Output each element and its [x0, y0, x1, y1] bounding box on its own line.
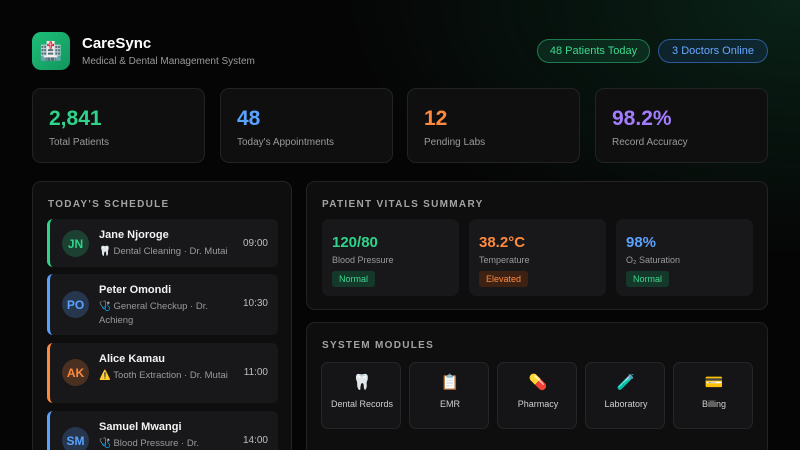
appointment-item[interactable]: AK Alice Kamau ⚠️ Tooth Extraction · Dr.…	[47, 343, 278, 403]
warning-icon: ⚠️	[99, 370, 114, 381]
schedule-panel: TODAY'S SCHEDULE JN Jane Njoroge 🦷 Denta…	[32, 181, 292, 450]
vital-value: 98%	[626, 234, 657, 251]
patient-name: Peter Omondi	[99, 284, 172, 296]
clipboard-icon: 📋	[440, 374, 460, 391]
status-badge: Normal	[332, 271, 376, 287]
vitals-title: PATIENT VITALS SUMMARY	[322, 199, 484, 210]
module-label: Billing	[701, 399, 726, 409]
module-label: EMR	[440, 399, 460, 409]
stethoscope-icon: 🩺	[99, 438, 114, 449]
status-badge: Normal	[626, 271, 670, 287]
stat-label: Pending Labs	[424, 137, 486, 148]
stat-card-appointments[interactable]: 48 Today's Appointments	[220, 88, 393, 163]
stat-value: 12	[424, 107, 448, 130]
stethoscope-icon: 🩺	[99, 301, 114, 312]
vitals-panel: PATIENT VITALS SUMMARY 120/80 Blood Pres…	[306, 181, 768, 310]
module-dental-records[interactable]: 🦷 Dental Records	[321, 362, 401, 429]
credit-card-icon: 💳	[704, 374, 724, 391]
appointment-time: 09:00	[242, 238, 268, 249]
app-logo[interactable]: 🏥	[32, 32, 70, 70]
schedule-title: TODAY'S SCHEDULE	[48, 199, 170, 210]
test-tube-icon: 🧪	[616, 374, 636, 391]
patients-today-badge[interactable]: 48 Patients Today	[537, 39, 650, 63]
vital-card-blood-pressure[interactable]: 120/80 Blood Pressure Normal	[322, 219, 459, 296]
appointment-item[interactable]: JN Jane Njoroge 🦷 Dental Cleaning · Dr. …	[47, 219, 278, 267]
stat-label: Record Accuracy	[612, 137, 688, 148]
appointment-desc: 🩺 Blood Pressure · Dr.	[99, 438, 200, 449]
stat-value: 48	[237, 107, 261, 130]
doctors-online-badge[interactable]: 3 Doctors Online	[658, 39, 768, 63]
stat-card-pending-labs[interactable]: 12 Pending Labs	[407, 88, 580, 163]
vital-card-oxygen-saturation[interactable]: 98% O₂ Saturation Normal	[616, 219, 753, 296]
tooth-icon: 🦷	[352, 374, 372, 391]
appointment-item[interactable]: SM Samuel Mwangi 🩺 Blood Pressure · Dr. …	[47, 411, 278, 450]
stat-label: Today's Appointments	[237, 137, 334, 148]
module-label: Laboratory	[604, 399, 648, 409]
module-billing[interactable]: 💳 Billing	[673, 362, 753, 429]
module-label: Pharmacy	[517, 399, 559, 409]
vital-label: Temperature	[479, 255, 530, 265]
module-laboratory[interactable]: 🧪 Laboratory	[585, 362, 665, 429]
avatar: JN	[62, 230, 89, 257]
appointment-item[interactable]: PO Peter Omondi 🩺 General Checkup · Dr. …	[47, 274, 278, 335]
appointment-time: 14:00	[242, 435, 268, 446]
avatar: AK	[62, 359, 89, 386]
stat-value: 98.2%	[612, 107, 672, 130]
patient-name: Alice Kamau	[99, 353, 166, 365]
vital-value: 120/80	[332, 234, 378, 251]
stat-label: Total Patients	[49, 137, 110, 148]
stat-value: 2,841	[49, 107, 102, 130]
vital-card-temperature[interactable]: 38.2°C Temperature Elevated	[469, 219, 606, 296]
appointment-desc: 🦷 Dental Cleaning · Dr. Mutai	[99, 246, 228, 257]
avatar: SM	[62, 427, 89, 450]
patient-name: Samuel Mwangi	[99, 421, 182, 433]
pill-icon: 💊	[528, 374, 548, 391]
module-emr[interactable]: 📋 EMR	[409, 362, 489, 429]
status-badge: Elevated	[479, 271, 529, 287]
appointment-time: 10:30	[242, 298, 268, 309]
stat-card-total-patients[interactable]: 2,841 Total Patients	[32, 88, 205, 163]
app-subtitle: Medical & Dental Management System	[82, 56, 255, 67]
app-header: 🏥 CareSync Medical & Dental Management S…	[32, 32, 768, 72]
vital-label: Blood Pressure	[332, 255, 394, 265]
stat-card-record-accuracy[interactable]: 98.2% Record Accuracy	[595, 88, 768, 163]
appointment-time: 11:00	[243, 367, 268, 378]
modules-panel: SYSTEM MODULES 🦷 Dental Records 📋 EMR 💊 …	[306, 322, 768, 450]
modules-title: SYSTEM MODULES	[322, 340, 435, 351]
vital-label: O₂ Saturation	[626, 255, 681, 265]
appointment-desc: ⚠️ Tooth Extraction · Dr. Mutai	[99, 370, 228, 381]
module-pharmacy[interactable]: 💊 Pharmacy	[497, 362, 577, 429]
hospital-icon: 🏥	[39, 41, 63, 61]
appointment-desc: 🩺 General Checkup · Dr. Achieng	[99, 301, 208, 326]
tooth-icon: 🦷	[99, 246, 114, 257]
vital-value: 38.2°C	[479, 234, 526, 251]
module-label: Dental Records	[330, 399, 394, 409]
avatar: PO	[62, 291, 89, 318]
app-title: CareSync	[82, 35, 152, 52]
patient-name: Jane Njoroge	[99, 229, 169, 241]
